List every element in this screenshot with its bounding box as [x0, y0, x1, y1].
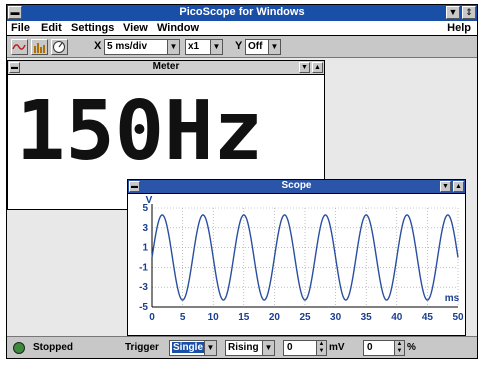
- run-status: Stopped: [33, 342, 73, 353]
- x-tick-label: 20: [269, 312, 281, 323]
- frequency-reading: 150Hz: [16, 84, 263, 179]
- trigger-edge-value: Rising: [228, 342, 259, 353]
- x-tick-label: 30: [330, 312, 342, 323]
- y-channel-select[interactable]: Off ▼: [245, 39, 281, 55]
- y-tick-label: -3: [139, 282, 148, 293]
- scope-view-button[interactable]: [11, 39, 28, 55]
- y-axis-label: Y: [235, 40, 243, 52]
- status-bar: Stopped Trigger Single ▼ Rising ▼ 0 ▲ ▼ m…: [7, 336, 477, 358]
- x-axis-label: X: [94, 40, 102, 52]
- scope-title: Scope: [281, 180, 312, 191]
- chevron-down-icon[interactable]: ▼: [204, 341, 216, 355]
- chevron-down-icon[interactable]: ▼: [268, 40, 280, 54]
- scope-icon: [12, 44, 26, 50]
- x-tick-label: 50: [452, 312, 464, 323]
- x-tick-label: 35: [361, 312, 373, 323]
- x-tick-label: 10: [208, 312, 220, 323]
- trigger-threshold-spinner[interactable]: 0 ▲ ▼: [283, 340, 327, 356]
- y-tick-label: 3: [142, 223, 148, 234]
- status-light-icon: [13, 342, 25, 354]
- scope-maximize-button[interactable]: ▲: [453, 181, 464, 192]
- meter-icon: [53, 41, 65, 53]
- y-tick-label: -5: [139, 302, 148, 313]
- timebase-select[interactable]: 5 ms/div ▼: [104, 39, 180, 55]
- mdi-client-area: ▬ Meter ▼ ▲ 150Hz ▬ Scope ▼ ▲ 0 5 10 15 20 25…: [7, 58, 477, 336]
- scope-minimize-button[interactable]: ▼: [440, 181, 451, 192]
- menu-window[interactable]: Window: [157, 22, 199, 34]
- title-bar[interactable]: ▬ PicoScope for Windows ▼ ⇕: [7, 5, 477, 21]
- scope-caption-bar[interactable]: ▬ Scope ▼ ▲: [128, 180, 465, 194]
- x-tick-label: 25: [299, 312, 311, 323]
- delay-value: 0: [367, 342, 373, 353]
- chevron-down-icon[interactable]: ▼: [262, 341, 274, 355]
- x-tick-label: 0: [149, 312, 155, 323]
- trigger-delay-spinner[interactable]: 0 ▲ ▼: [363, 340, 405, 356]
- timebase-value: 5 ms/div: [107, 41, 148, 52]
- menu-bar: File Edit Settings View Window Help: [7, 21, 477, 36]
- spin-arrows-icon[interactable]: ▲ ▼: [316, 341, 326, 355]
- threshold-value: 0: [287, 342, 293, 353]
- y-tick-label: -1: [139, 262, 148, 273]
- spectrum-view-button[interactable]: [31, 39, 48, 55]
- menu-settings[interactable]: Settings: [71, 22, 114, 34]
- y-tick-label: 1: [142, 243, 148, 254]
- meter-caption-bar[interactable]: ▬ Meter ▼ ▲: [8, 61, 324, 75]
- meter-maximize-button[interactable]: ▲: [312, 62, 323, 73]
- x-tick-label: 15: [238, 312, 250, 323]
- meter-title: Meter: [152, 61, 180, 72]
- menu-edit[interactable]: Edit: [41, 22, 62, 34]
- picoscope-window: ▬ PicoScope for Windows ▼ ⇕ File Edit Se…: [6, 4, 478, 359]
- window-title: PicoScope for Windows: [179, 6, 305, 18]
- trigger-label: Trigger: [125, 342, 159, 353]
- minimize-button[interactable]: ▼: [446, 6, 460, 19]
- multiplier-value: x1: [188, 41, 200, 52]
- menu-view[interactable]: View: [123, 22, 148, 34]
- restore-button[interactable]: ⇕: [462, 6, 476, 19]
- x-tick-label: 40: [391, 312, 403, 323]
- menu-file[interactable]: File: [11, 22, 30, 34]
- y-channel-value: Off: [248, 41, 263, 52]
- trigger-mode-value: Single: [172, 342, 205, 353]
- meter-minimize-button[interactable]: ▼: [299, 62, 310, 73]
- spectrum-icon: [34, 43, 45, 53]
- x-tick-label: 45: [422, 312, 434, 323]
- trigger-mode-select[interactable]: Single ▼: [169, 340, 217, 356]
- toolbar: X 5 ms/div ▼ x1 ▼ Y Off ▼: [7, 36, 477, 58]
- chevron-down-icon[interactable]: ▼: [210, 40, 222, 54]
- y-unit-label: V: [146, 195, 153, 206]
- spin-arrows-icon[interactable]: ▲ ▼: [394, 341, 404, 355]
- meter-view-button[interactable]: [51, 39, 68, 55]
- scope-window: ▬ Scope ▼ ▲ 0 5 10 15 20 25 30 35 40 45 50 5 3 1 -1 -3-…: [127, 179, 466, 336]
- chevron-down-icon[interactable]: ▼: [167, 40, 179, 54]
- x-tick-label: 5: [180, 312, 186, 323]
- x-unit-label: ms: [445, 293, 460, 304]
- threshold-unit: mV: [329, 342, 345, 353]
- trigger-edge-select[interactable]: Rising ▼: [225, 340, 275, 356]
- scope-plot-area[interactable]: 0 5 10 15 20 25 30 35 40 45 50531-1-3-5Vms: [128, 195, 465, 335]
- delay-unit: %: [407, 342, 416, 353]
- menu-help[interactable]: Help: [447, 22, 471, 34]
- multiplier-select[interactable]: x1 ▼: [185, 39, 223, 55]
